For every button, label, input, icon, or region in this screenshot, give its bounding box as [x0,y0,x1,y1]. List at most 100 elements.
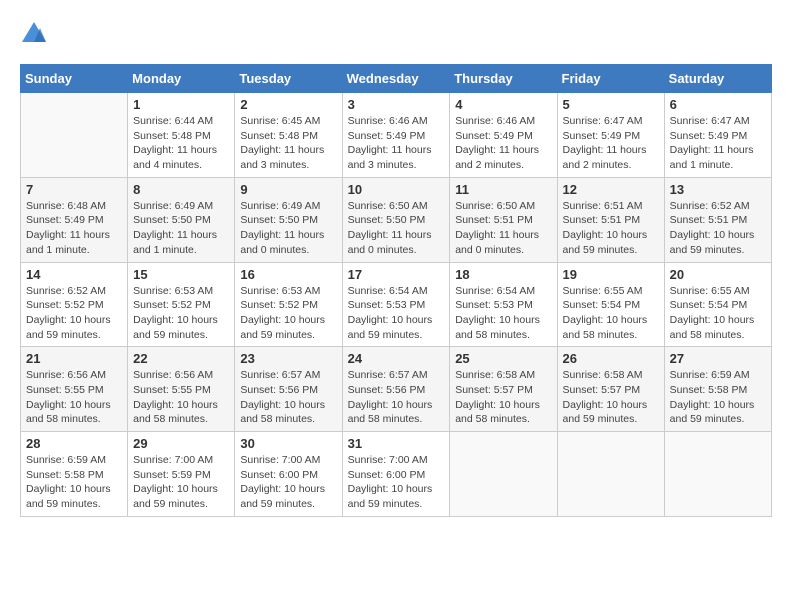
day-info: Sunrise: 6:50 AMSunset: 5:51 PMDaylight:… [455,199,551,258]
day-number: 15 [133,267,229,282]
day-info: Sunrise: 6:52 AMSunset: 5:51 PMDaylight:… [670,199,766,258]
day-info: Sunrise: 6:46 AMSunset: 5:49 PMDaylight:… [455,114,551,173]
day-info: Sunrise: 6:57 AMSunset: 5:56 PMDaylight:… [348,368,445,427]
day-info: Sunrise: 6:49 AMSunset: 5:50 PMDaylight:… [240,199,336,258]
calendar-week-row: 7Sunrise: 6:48 AMSunset: 5:49 PMDaylight… [21,177,772,262]
day-info: Sunrise: 6:47 AMSunset: 5:49 PMDaylight:… [670,114,766,173]
calendar-cell [21,93,128,178]
calendar-cell [664,432,771,517]
day-info: Sunrise: 6:55 AMSunset: 5:54 PMDaylight:… [670,284,766,343]
day-number: 24 [348,351,445,366]
calendar-cell: 17 Sunrise: 6:54 AMSunset: 5:53 PMDayligh… [342,262,450,347]
day-info: Sunrise: 6:58 AMSunset: 5:57 PMDaylight:… [455,368,551,427]
logo [20,20,52,48]
day-number: 30 [240,436,336,451]
day-number: 1 [133,97,229,112]
day-number: 21 [26,351,122,366]
day-number: 19 [563,267,659,282]
calendar-cell: 30 Sunrise: 7:00 AMSunset: 6:00 PMDayligh… [235,432,342,517]
calendar-cell: 28 Sunrise: 6:59 AMSunset: 5:58 PMDayligh… [21,432,128,517]
calendar-cell: 15 Sunrise: 6:53 AMSunset: 5:52 PMDayligh… [128,262,235,347]
day-info: Sunrise: 6:45 AMSunset: 5:48 PMDaylight:… [240,114,336,173]
day-info: Sunrise: 6:53 AMSunset: 5:52 PMDaylight:… [240,284,336,343]
logo-icon [20,20,48,48]
day-number: 27 [670,351,766,366]
day-of-week-thursday: Thursday [450,65,557,93]
day-info: Sunrise: 6:59 AMSunset: 5:58 PMDaylight:… [26,453,122,512]
day-info: Sunrise: 6:52 AMSunset: 5:52 PMDaylight:… [26,284,122,343]
calendar-cell: 2Sunrise: 6:45 AMSunset: 5:48 PMDaylight… [235,93,342,178]
day-info: Sunrise: 6:46 AMSunset: 5:49 PMDaylight:… [348,114,445,173]
day-number: 8 [133,182,229,197]
calendar-week-row: 28 Sunrise: 6:59 AMSunset: 5:58 PMDayligh… [21,432,772,517]
day-number: 4 [455,97,551,112]
day-number: 16 [240,267,336,282]
calendar-cell: 25 Sunrise: 6:58 AMSunset: 5:57 PMDayligh… [450,347,557,432]
day-number: 6 [670,97,766,112]
day-of-week-sunday: Sunday [21,65,128,93]
day-number: 22 [133,351,229,366]
calendar-cell: 18Sunrise: 6:54 AMSunset: 5:53 PMDayligh… [450,262,557,347]
day-number: 10 [348,182,445,197]
day-number: 7 [26,182,122,197]
calendar-cell: 14 Sunrise: 6:52 AMSunset: 5:52 PMDayligh… [21,262,128,347]
calendar-cell: 19 Sunrise: 6:55 AMSunset: 5:54 PMDayligh… [557,262,664,347]
day-info: Sunrise: 6:51 AMSunset: 5:51 PMDaylight:… [563,199,659,258]
calendar-cell: 22 Sunrise: 6:56 AMSunset: 5:55 PMDayligh… [128,347,235,432]
calendar-cell: 1 Sunrise: 6:44 AMSunset: 5:48 PMDaylight… [128,93,235,178]
calendar-cell [450,432,557,517]
day-info: Sunrise: 6:58 AMSunset: 5:57 PMDaylight:… [563,368,659,427]
calendar-cell: 20 Sunrise: 6:55 AMSunset: 5:54 PMDayligh… [664,262,771,347]
day-info: Sunrise: 6:59 AMSunset: 5:58 PMDaylight:… [670,368,766,427]
calendar-cell: 13 Sunrise: 6:52 AMSunset: 5:51 PMDayligh… [664,177,771,262]
day-of-week-tuesday: Tuesday [235,65,342,93]
calendar-cell: 3 Sunrise: 6:46 AMSunset: 5:49 PMDaylight… [342,93,450,178]
calendar-cell: 24 Sunrise: 6:57 AMSunset: 5:56 PMDayligh… [342,347,450,432]
calendar-week-row: 21 Sunrise: 6:56 AMSunset: 5:55 PMDayligh… [21,347,772,432]
day-info: Sunrise: 6:53 AMSunset: 5:52 PMDaylight:… [133,284,229,343]
page-header [20,20,772,48]
day-number: 13 [670,182,766,197]
day-info: Sunrise: 7:00 AMSunset: 6:00 PMDaylight:… [240,453,336,512]
calendar-cell: 9Sunrise: 6:49 AMSunset: 5:50 PMDaylight… [235,177,342,262]
day-number: 28 [26,436,122,451]
calendar-table: SundayMondayTuesdayWednesdayThursdayFrid… [20,64,772,517]
day-number: 5 [563,97,659,112]
calendar-cell: 16 Sunrise: 6:53 AMSunset: 5:52 PMDayligh… [235,262,342,347]
calendar-header-row: SundayMondayTuesdayWednesdayThursdayFrid… [21,65,772,93]
calendar-cell: 23 Sunrise: 6:57 AMSunset: 5:56 PMDayligh… [235,347,342,432]
day-number: 18 [455,267,551,282]
calendar-cell: 7Sunrise: 6:48 AMSunset: 5:49 PMDaylight… [21,177,128,262]
calendar-cell: 4 Sunrise: 6:46 AMSunset: 5:49 PMDaylight… [450,93,557,178]
calendar-cell: 11 Sunrise: 6:50 AMSunset: 5:51 PMDayligh… [450,177,557,262]
day-number: 20 [670,267,766,282]
day-number: 11 [455,182,551,197]
day-of-week-wednesday: Wednesday [342,65,450,93]
calendar-cell: 8 Sunrise: 6:49 AMSunset: 5:50 PMDaylight… [128,177,235,262]
day-info: Sunrise: 6:44 AMSunset: 5:48 PMDaylight:… [133,114,229,173]
day-info: Sunrise: 6:57 AMSunset: 5:56 PMDaylight:… [240,368,336,427]
day-info: Sunrise: 6:47 AMSunset: 5:49 PMDaylight:… [563,114,659,173]
day-info: Sunrise: 6:50 AMSunset: 5:50 PMDaylight:… [348,199,445,258]
calendar-cell: 21 Sunrise: 6:56 AMSunset: 5:55 PMDayligh… [21,347,128,432]
day-info: Sunrise: 7:00 AMSunset: 5:59 PMDaylight:… [133,453,229,512]
calendar-cell: 12 Sunrise: 6:51 AMSunset: 5:51 PMDayligh… [557,177,664,262]
day-of-week-monday: Monday [128,65,235,93]
day-number: 31 [348,436,445,451]
calendar-cell: 6 Sunrise: 6:47 AMSunset: 5:49 PMDaylight… [664,93,771,178]
day-number: 14 [26,267,122,282]
calendar-cell [557,432,664,517]
day-number: 3 [348,97,445,112]
day-number: 17 [348,267,445,282]
day-info: Sunrise: 6:56 AMSunset: 5:55 PMDaylight:… [133,368,229,427]
day-info: Sunrise: 6:56 AMSunset: 5:55 PMDaylight:… [26,368,122,427]
calendar-cell: 29 Sunrise: 7:00 AMSunset: 5:59 PMDayligh… [128,432,235,517]
day-number: 23 [240,351,336,366]
day-number: 25 [455,351,551,366]
day-info: Sunrise: 6:55 AMSunset: 5:54 PMDaylight:… [563,284,659,343]
day-number: 12 [563,182,659,197]
day-info: Sunrise: 6:54 AMSunset: 5:53 PMDaylight:… [348,284,445,343]
day-number: 29 [133,436,229,451]
calendar-week-row: 1 Sunrise: 6:44 AMSunset: 5:48 PMDaylight… [21,93,772,178]
day-info: Sunrise: 6:49 AMSunset: 5:50 PMDaylight:… [133,199,229,258]
